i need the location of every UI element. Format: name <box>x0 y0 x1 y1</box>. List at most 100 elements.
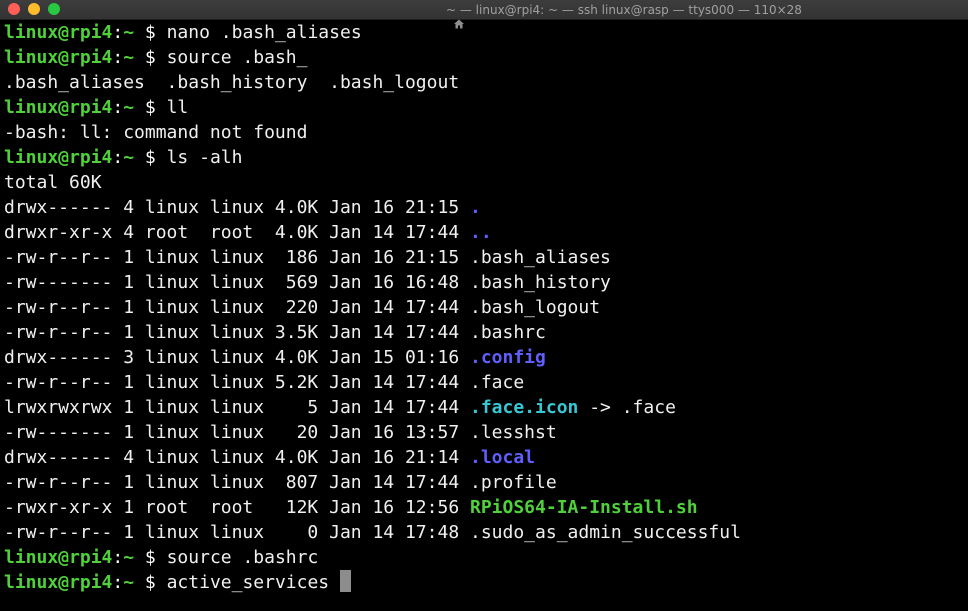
file-meta: drwxr-xr-x 4 root root 4.0K Jan 14 17:44 <box>4 222 470 243</box>
command-line: linux@rpi4:~ $ source .bash_ <box>4 45 307 70</box>
window-title-container: ~ — linux@rpi4: ~ — ssh linux@rasp — tty… <box>430 2 802 29</box>
file-meta: drwx------ 3 linux linux 4.0K Jan 15 01:… <box>4 347 470 368</box>
prompt-separator: : <box>112 97 124 118</box>
output-text: total 60K <box>4 172 102 193</box>
listing-row: -rw-r--r-- 1 linux linux 0 Jan 14 17:48 … <box>4 520 741 545</box>
prompt-user-host: linux@rpi4 <box>4 572 113 593</box>
zoom-button[interactable] <box>48 3 60 15</box>
listing-row: drwx------ 4 linux linux 4.0K Jan 16 21:… <box>4 195 481 220</box>
file-name: .face <box>470 372 525 393</box>
prompt-separator: : <box>112 22 124 43</box>
listing-row: -rw-r--r-- 1 linux linux 807 Jan 14 17:4… <box>4 470 557 495</box>
prompt-user-host: linux@rpi4 <box>4 47 113 68</box>
file-meta: -rw-r--r-- 1 linux linux 5.2K Jan 14 17:… <box>4 372 470 393</box>
prompt-symbol: $ <box>144 47 156 68</box>
prompt-separator: : <box>112 547 124 568</box>
command-line: linux@rpi4:~ $ active_services <box>4 570 351 595</box>
window-title: ~ — linux@rpi4: ~ — ssh linux@rasp — tty… <box>446 3 802 17</box>
listing-row: -rwxr-xr-x 1 root root 12K Jan 16 12:56 … <box>4 495 698 520</box>
terminal-output[interactable]: linux@rpi4:~ $ nano .bash_aliases linux@r… <box>0 20 968 611</box>
listing-row: lrwxrwxrwx 1 linux linux 5 Jan 14 17:44 … <box>4 395 676 420</box>
file-meta: lrwxrwxrwx 1 linux linux 5 Jan 14 17:44 <box>4 397 470 418</box>
command-line: linux@rpi4:~ $ source .bashrc <box>4 545 318 570</box>
listing-row: -rw-r--r-- 1 linux linux 220 Jan 14 17:4… <box>4 295 600 320</box>
file-name: .bash_logout <box>470 297 601 318</box>
prompt-symbol: $ <box>144 147 156 168</box>
file-name: RPiOS64-IA-Install.sh <box>470 497 698 518</box>
prompt-separator: : <box>112 47 124 68</box>
file-meta: drwx------ 4 linux linux 4.0K Jan 16 21:… <box>4 447 470 468</box>
prompt-symbol: $ <box>144 572 156 593</box>
window-titlebar: ~ — linux@rpi4: ~ — ssh linux@rasp — tty… <box>0 0 968 29</box>
prompt-user-host: linux@rpi4 <box>4 147 113 168</box>
listing-row: drwx------ 3 linux linux 4.0K Jan 15 01:… <box>4 345 546 370</box>
prompt-path: ~ <box>123 572 135 593</box>
output-line: total 60K <box>4 170 102 195</box>
command-text: ls -alh <box>166 147 243 168</box>
file-meta: -rw-r--r-- 1 linux linux 3.5K Jan 14 17:… <box>4 322 470 343</box>
output-text: .bash_aliases .bash_history .bash_logout <box>4 72 460 93</box>
file-name: . <box>470 197 481 218</box>
prompt-user-host: linux@rpi4 <box>4 22 113 43</box>
command-line: linux@rpi4:~ $ nano .bash_aliases <box>4 20 362 45</box>
prompt-symbol: $ <box>144 547 156 568</box>
command-line: linux@rpi4:~ $ ls -alh <box>4 145 242 170</box>
listing-row: drwx------ 4 linux linux 4.0K Jan 16 21:… <box>4 445 535 470</box>
prompt-path: ~ <box>123 147 135 168</box>
listing-row: -rw------- 1 linux linux 569 Jan 16 16:4… <box>4 270 611 295</box>
command-text: source .bash_ <box>166 47 308 68</box>
command-text: ll <box>166 97 189 118</box>
command-text: source .bashrc <box>166 547 319 568</box>
home-icon <box>430 4 464 29</box>
prompt-path: ~ <box>123 97 135 118</box>
file-name: .bash_history <box>470 272 611 293</box>
file-meta: -rw------- 1 linux linux 569 Jan 16 16:4… <box>4 272 470 293</box>
file-name: .face.icon <box>470 397 579 418</box>
file-meta: -rw-r--r-- 1 linux linux 0 Jan 14 17:48 <box>4 522 470 543</box>
output-line: .bash_aliases .bash_history .bash_logout <box>4 70 459 95</box>
command-text: active_services <box>166 572 340 593</box>
file-meta: -rw------- 1 linux linux 20 Jan 16 13:57 <box>4 422 470 443</box>
text-cursor <box>339 570 351 592</box>
prompt-path: ~ <box>123 22 135 43</box>
command-line: linux@rpi4:~ $ ll <box>4 95 188 120</box>
file-name: .local <box>470 447 536 468</box>
prompt-path: ~ <box>123 547 135 568</box>
prompt-separator: : <box>112 147 124 168</box>
prompt-symbol: $ <box>144 22 156 43</box>
file-meta: -rw-r--r-- 1 linux linux 807 Jan 14 17:4… <box>4 472 470 493</box>
file-name: .bash_aliases <box>470 247 611 268</box>
output-line: -bash: ll: command not found <box>4 120 307 145</box>
symlink-target: -> .face <box>578 397 676 418</box>
prompt-symbol: $ <box>144 97 156 118</box>
file-meta: -rw-r--r-- 1 linux linux 186 Jan 16 21:1… <box>4 247 470 268</box>
file-name: .sudo_as_admin_successful <box>470 522 741 543</box>
file-name: .config <box>470 347 546 368</box>
listing-row: drwxr-xr-x 4 root root 4.0K Jan 14 17:44… <box>4 220 492 245</box>
prompt-user-host: linux@rpi4 <box>4 547 113 568</box>
close-button[interactable] <box>8 3 20 15</box>
listing-row: -rw-r--r-- 1 linux linux 5.2K Jan 14 17:… <box>4 370 524 395</box>
listing-row: -rw------- 1 linux linux 20 Jan 16 13:57… <box>4 420 557 445</box>
file-name: .. <box>470 222 492 243</box>
prompt-separator: : <box>112 572 124 593</box>
prompt-path: ~ <box>123 47 135 68</box>
file-meta: -rwxr-xr-x 1 root root 12K Jan 16 12:56 <box>4 497 470 518</box>
file-meta: drwx------ 4 linux linux 4.0K Jan 16 21:… <box>4 197 470 218</box>
prompt-user-host: linux@rpi4 <box>4 97 113 118</box>
window-controls <box>8 3 60 15</box>
listing-row: -rw-r--r-- 1 linux linux 186 Jan 16 21:1… <box>4 245 611 270</box>
minimize-button[interactable] <box>28 3 40 15</box>
file-name: .bashrc <box>470 322 546 343</box>
